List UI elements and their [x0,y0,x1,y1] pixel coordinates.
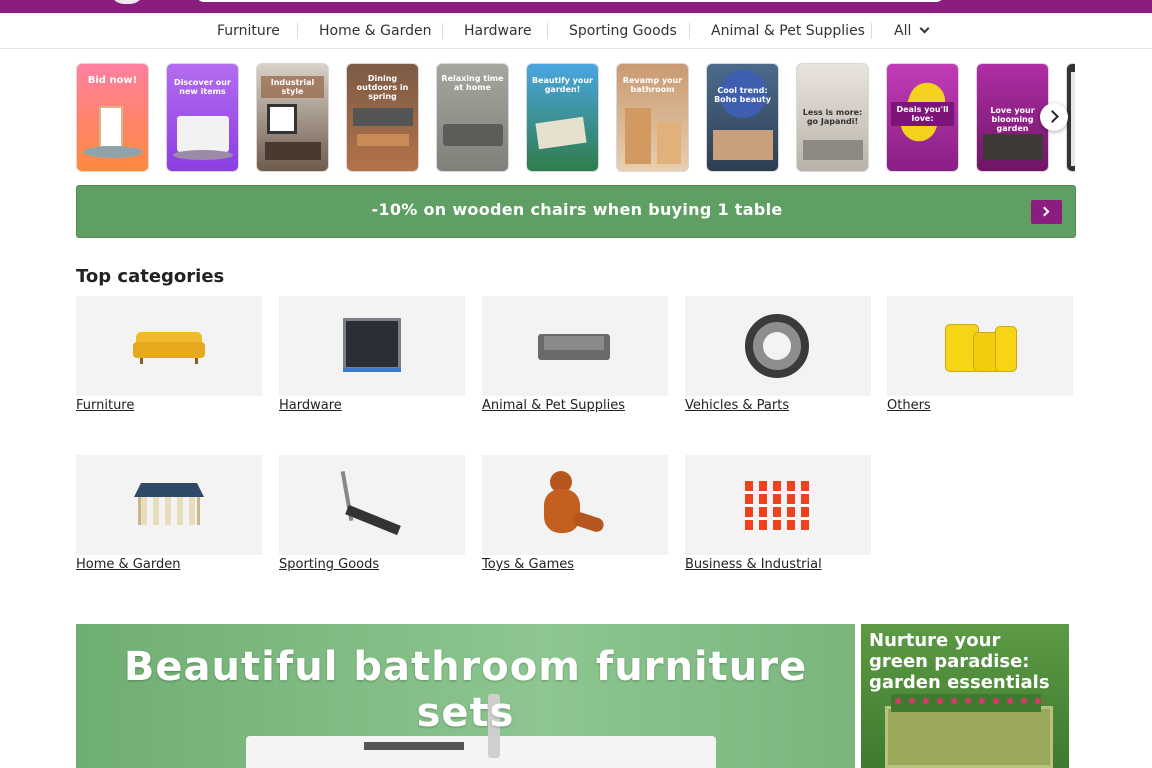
story-caption: Love your blooming garden [990,106,1035,133]
category-label[interactable]: Vehicles & Parts [685,398,871,413]
story-caption: Industrial style [261,76,324,98]
category-nav: Furniture Home & Garden Hardware Sportin… [0,13,1152,49]
story-caption: Cool trend: Boho beauty [714,86,771,104]
story-tile[interactable]: Dining outdoors in spring [346,63,419,172]
story-tile[interactable]: Love your blooming garden [976,63,1049,172]
nav-separator [547,23,548,39]
category-label[interactable]: Furniture [76,398,262,413]
bathroom-furniture-banner[interactable]: Beautiful bathroom furniture sets [76,624,855,768]
category-image [887,296,1073,396]
category-label[interactable]: Business & Industrial [685,557,871,572]
promo-text: -10% on wooden chairs when buying 1 tabl… [371,200,783,219]
banner-image [246,736,716,768]
category-image [279,455,465,555]
search-input[interactable] [196,0,944,2]
nav-item-animal-pet-supplies[interactable]: Animal & Pet Supplies [711,23,865,39]
banner-title: Beautiful bathroom furniture sets [123,644,808,736]
category-card-others[interactable]: Others [887,296,1073,413]
nav-separator [442,23,443,39]
category-image [685,455,871,555]
nav-separator [689,23,690,39]
category-label[interactable]: Toys & Games [482,557,668,572]
story-image [353,108,413,126]
story-caption: Discover our new items [174,78,231,96]
story-tile[interactable]: Revamp your bathroom [616,63,689,172]
story-tile[interactable]: Cool trend: Boho beauty [706,63,779,172]
category-card-home-garden[interactable]: Home & Garden [76,455,262,572]
story-image [1071,72,1075,166]
chevron-right-icon [1039,206,1050,217]
banner-title: Nurture your green paradise: garden esse… [869,630,1050,693]
story-caption: Bid now! [87,75,138,86]
banner-image [364,742,464,750]
category-label[interactable]: Sporting Goods [279,557,465,572]
nav-item-home-garden[interactable]: Home & Garden [319,23,431,39]
story-image [357,134,409,146]
story-image [713,130,773,160]
story-caption: Dining outdoors in spring [356,74,409,101]
category-label[interactable]: Hardware [279,398,465,413]
nav-all-label: All [894,23,912,39]
category-image [76,455,262,555]
category-label[interactable]: Animal & Pet Supplies [482,398,668,413]
nav-item-furniture[interactable]: Furniture [217,23,280,39]
category-card-business-industrial[interactable]: Business & Industrial [685,455,871,572]
story-tile[interactable]: Deals you'll love: [886,63,959,172]
category-card-toys-games[interactable]: Toys & Games [482,455,668,572]
category-label[interactable]: Others [887,398,1073,413]
category-card-sporting-goods[interactable]: Sporting Goods [279,455,465,572]
nav-item-hardware[interactable]: Hardware [464,23,532,39]
top-categories-title: Top categories [76,266,225,287]
story-image [83,146,143,158]
story-caption: Revamp your bathroom [622,76,683,94]
chevron-right-icon [1046,110,1059,123]
category-image [482,455,668,555]
chevron-down-icon [919,23,930,34]
category-card-hardware[interactable]: Hardware [279,296,465,413]
story-image [803,140,863,160]
story-image [267,104,297,134]
promo-banner[interactable]: -10% on wooden chairs when buying 1 tabl… [76,185,1076,238]
category-label[interactable]: Home & Garden [76,557,262,572]
story-caption: Less is more: go Japandi! [802,108,863,126]
category-image [482,296,668,396]
carousel-next-button[interactable] [1040,103,1068,131]
nav-separator [297,23,298,39]
category-card-furniture[interactable]: Furniture [76,296,262,413]
story-image [625,108,651,164]
story-tile[interactable]: Bid now! [76,63,149,172]
story-image [177,116,229,152]
story-caption: Deals you'll love: [891,102,954,126]
story-image [657,122,681,164]
story-image [265,142,321,160]
story-tile[interactable]: Less is more: go Japandi! [796,63,869,172]
nav-separator [871,23,872,39]
banner-image [891,694,1041,712]
category-card-vehicles-parts[interactable]: Vehicles & Parts [685,296,871,413]
story-tile[interactable]: Relaxing time at home [436,63,509,172]
story-caption: Relaxing time at home [441,74,504,92]
logo[interactable] [110,0,144,4]
story-image [99,106,123,148]
story-tile[interactable]: Beautify your garden! [526,63,599,172]
category-image [279,296,465,396]
story-image [443,124,503,146]
category-card-animal-pet-supplies[interactable]: Animal & Pet Supplies [482,296,668,413]
story-carousel: Bid now! Discover our new items Industri… [76,63,1075,173]
category-image [76,296,262,396]
category-image [685,296,871,396]
story-image [535,116,587,150]
story-image [173,150,233,160]
top-bar [0,0,1152,13]
promo-next-button[interactable] [1031,200,1062,224]
story-caption: Beautify your garden! [531,76,593,94]
banner-image [885,706,1053,768]
nav-item-sporting-goods[interactable]: Sporting Goods [569,23,677,39]
nav-item-all[interactable]: All [894,23,930,39]
garden-essentials-banner[interactable]: Nurture your green paradise: garden esse… [861,624,1069,768]
story-tile[interactable]: Discover our new items [166,63,239,172]
story-image [983,134,1043,160]
story-tile[interactable]: Industrial style [256,63,329,172]
